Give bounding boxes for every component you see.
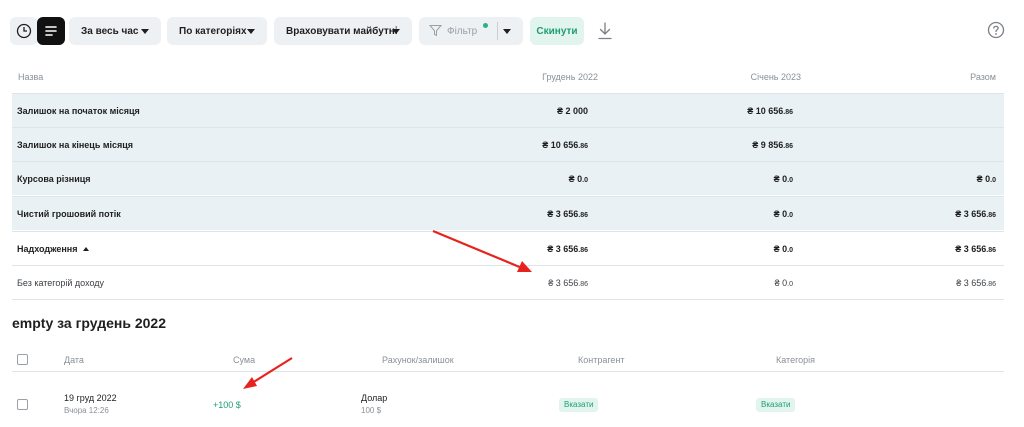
table-row-income[interactable]: Надходження ₴ 3 656.86 ₴ 0.0 ₴ 3 656.86	[12, 231, 1004, 265]
clock-icon	[16, 23, 32, 39]
transactions-header: Дата Сума Рахунок/залишок Контрагент Кат…	[12, 348, 1004, 372]
period-dropdown[interactable]: За весь час	[69, 17, 161, 45]
reset-button[interactable]: Скинути	[530, 17, 584, 45]
transaction-row[interactable]: 19 груд 2022 Вчора 12:26 +100 $ Долар 10…	[12, 384, 1004, 424]
cell-month-2: ₴ 0.0	[773, 174, 793, 184]
transaction-time: Вчора 12:26	[64, 406, 109, 415]
table-row[interactable]: Залишок на початок місяця ₴ 2 000 ₴ 10 6…	[12, 93, 1004, 127]
header-month-1: Грудень 2022	[542, 72, 598, 82]
cell-month-2: ₴ 0.0	[773, 209, 793, 219]
cell-month-2[interactable]: ₴ 0.0	[775, 278, 793, 288]
filter-label: Фільтр	[447, 25, 478, 37]
period-dropdown-label: За весь час	[81, 25, 139, 37]
filter-dropdown[interactable]: Фільтр	[419, 17, 523, 45]
cell-month-2: ₴ 10 656.86	[747, 106, 793, 116]
cell-month-1: ₴ 3 656.86	[547, 209, 588, 219]
cell-total: ₴ 3 656.86	[955, 244, 996, 254]
summary-table-header: Назва Грудень 2022 Січень 2023 Разом	[12, 68, 1004, 93]
header-category: Категорія	[776, 355, 816, 365]
caret-down-icon	[247, 29, 255, 34]
header-account: Рахунок/залишок	[382, 355, 454, 365]
header-name: Назва	[18, 72, 44, 82]
row-label: Залишок на початок місяця	[17, 106, 140, 116]
filter-icon	[429, 25, 442, 37]
table-row[interactable]: Чистий грошовий потік ₴ 3 656.86 ₴ 0.0 ₴…	[12, 196, 1004, 230]
cell-month-1: ₴ 10 656.86	[542, 140, 588, 150]
grouping-dropdown[interactable]: По категоріях	[167, 17, 267, 45]
cell-month-1: ₴ 2 000	[556, 106, 588, 116]
table-row[interactable]: Залишок на кінець місяця ₴ 10 656.86 ₴ 9…	[12, 127, 1004, 161]
cell-total[interactable]: ₴ 3 656.86	[956, 278, 996, 288]
row-label: Курсова різниця	[17, 174, 91, 184]
section-title: empty за грудень 2022	[12, 315, 166, 331]
caret-down-icon	[141, 29, 149, 34]
table-row[interactable]: Курсова різниця ₴ 0.0 ₴ 0.0 ₴ 0.0	[12, 161, 1004, 195]
list-icon	[45, 26, 57, 36]
cell-month-1: ₴ 0.0	[568, 174, 588, 184]
history-view-button[interactable]	[10, 17, 38, 45]
grouping-dropdown-label: По категоріях	[179, 25, 247, 37]
transaction-account: Долар	[361, 393, 388, 403]
caret-up-icon[interactable]	[83, 247, 90, 251]
download-icon[interactable]	[597, 22, 613, 40]
divider	[497, 22, 498, 40]
transaction-amount: +100 $	[213, 400, 241, 410]
future-dropdown-label: Враховувати майбутні	[286, 25, 398, 37]
set-category-button[interactable]: Вказати	[756, 398, 796, 412]
header-amount: Сума	[233, 355, 256, 365]
filter-active-dot	[483, 23, 488, 28]
cell-total: ₴ 0.0	[976, 174, 996, 184]
divider	[12, 299, 1004, 300]
row-label: Без категорій доходу	[17, 278, 105, 288]
caret-down-icon[interactable]	[503, 29, 511, 34]
select-all-checkbox[interactable]	[17, 354, 28, 365]
caret-down-icon	[392, 29, 400, 34]
header-date: Дата	[64, 355, 84, 365]
header-contractor: Контрагент	[578, 355, 625, 365]
cell-total: ₴ 3 656.86	[955, 209, 996, 219]
list-view-button[interactable]	[37, 17, 65, 45]
cell-month-2: ₴ 9 856.86	[752, 140, 793, 150]
set-contractor-button[interactable]: Вказати	[559, 398, 599, 412]
row-label: Надходження	[17, 244, 90, 254]
header-month-2: Січень 2023	[750, 72, 801, 82]
table-row[interactable]: Без категорій доходу ₴ 3 656.86 ₴ 0.0 ₴ …	[12, 265, 1004, 299]
row-label: Чистий грошовий потік	[17, 209, 121, 219]
row-checkbox[interactable]	[17, 399, 28, 410]
cell-month-1[interactable]: ₴ 3 656.86	[548, 278, 588, 288]
future-dropdown[interactable]: Враховувати майбутні	[274, 17, 412, 45]
toolbar: За весь час По категоріях Враховувати ма…	[0, 0, 1024, 62]
header-total: Разом	[970, 72, 996, 82]
help-icon[interactable]	[987, 21, 1005, 39]
transaction-date: 19 груд 2022	[64, 393, 117, 403]
row-label: Залишок на кінець місяця	[17, 140, 134, 150]
cell-month-2: ₴ 0.0	[773, 244, 793, 254]
cell-month-1: ₴ 3 656.86	[547, 244, 588, 254]
transaction-balance: 100 $	[361, 406, 382, 415]
